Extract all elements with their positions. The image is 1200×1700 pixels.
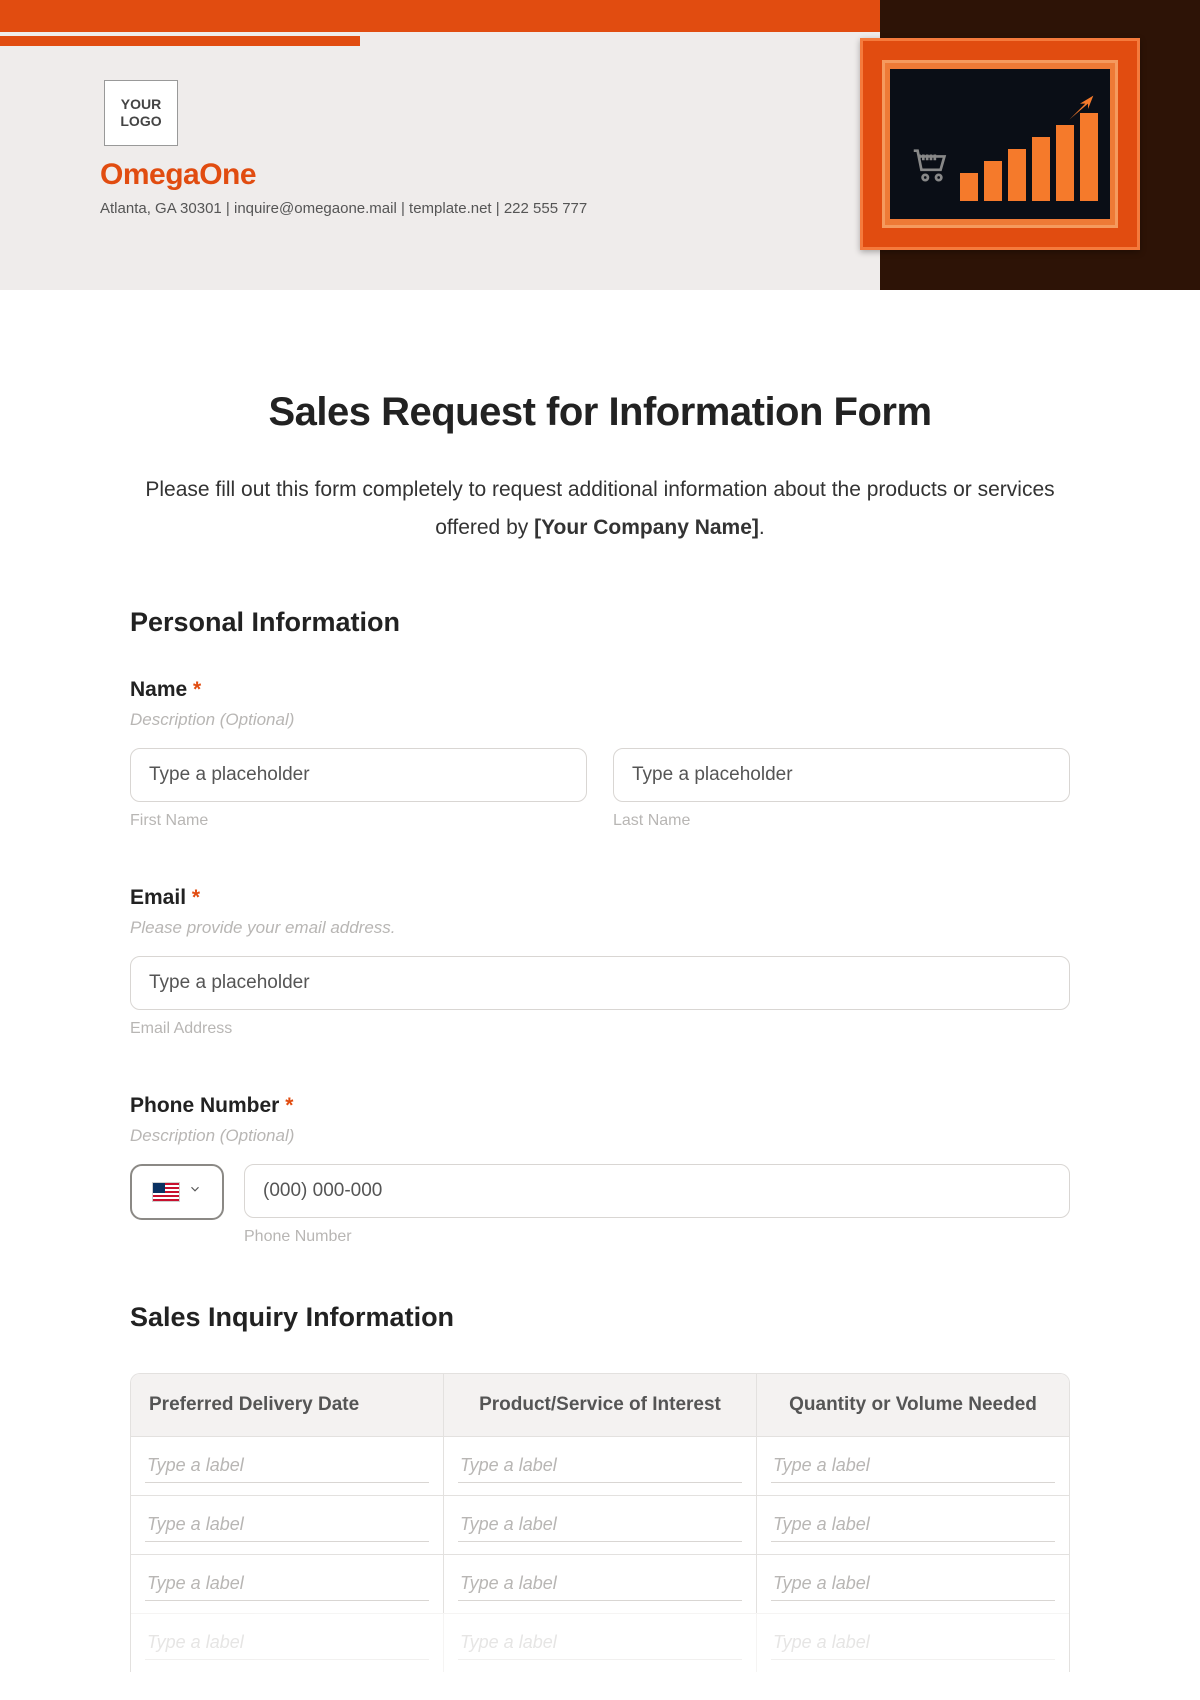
required-marker: * [193, 678, 201, 701]
section-sales-inquiry: Sales Inquiry Information [130, 1302, 1070, 1333]
cell-input[interactable] [771, 1626, 1055, 1660]
email-sublabel: Email Address [130, 1020, 1070, 1038]
email-description: Please provide your email address. [130, 918, 1070, 938]
shopping-cart-icon [908, 143, 954, 179]
cell-input[interactable] [145, 1567, 429, 1601]
th-product-service: Product/Service of Interest [444, 1374, 757, 1436]
cell-input[interactable] [458, 1567, 742, 1601]
hero-image [890, 69, 1110, 219]
cell-input[interactable] [458, 1449, 742, 1483]
company-name: OmegaOne [100, 158, 256, 192]
first-name-sublabel: First Name [130, 812, 587, 830]
required-marker: * [192, 886, 200, 909]
logo-placeholder: YOUR LOGO [104, 80, 178, 146]
field-email: Email * Please provide your email addres… [130, 886, 1070, 1038]
last-name-sublabel: Last Name [613, 812, 1070, 830]
email-input[interactable] [130, 956, 1070, 1010]
chevron-down-icon [188, 1182, 202, 1201]
country-code-select[interactable] [130, 1164, 224, 1220]
header-banner: YOUR LOGO OmegaOne Atlanta, GA 30301 | i… [0, 0, 1200, 290]
page-title: Sales Request for Information Form [130, 390, 1070, 435]
first-name-input[interactable] [130, 748, 587, 802]
cell-input[interactable] [458, 1508, 742, 1542]
cell-input[interactable] [458, 1626, 742, 1660]
phone-description: Description (Optional) [130, 1126, 1070, 1146]
table-row [131, 1436, 1069, 1495]
section-personal-info: Personal Information [130, 607, 1070, 638]
phone-sublabel: Phone Number [244, 1228, 1070, 1246]
company-contact-info: Atlanta, GA 30301 | inquire@omegaone.mai… [100, 200, 587, 217]
last-name-input[interactable] [613, 748, 1070, 802]
phone-label: Phone Number [130, 1094, 279, 1117]
name-description: Description (Optional) [130, 710, 1070, 730]
cell-input[interactable] [771, 1567, 1055, 1601]
cell-input[interactable] [771, 1508, 1055, 1542]
flag-us-icon [152, 1182, 180, 1202]
intro-text-post: . [759, 516, 765, 539]
required-marker: * [285, 1094, 293, 1117]
cell-input[interactable] [145, 1626, 429, 1660]
table-header-row: Preferred Delivery Date Product/Service … [131, 1374, 1069, 1436]
table-row [131, 1495, 1069, 1554]
cell-input[interactable] [145, 1508, 429, 1542]
th-quantity: Quantity or Volume Needed [757, 1374, 1069, 1436]
banner-accent-bar [0, 36, 360, 46]
name-label: Name [130, 678, 187, 701]
inquiry-table: Preferred Delivery Date Product/Service … [130, 1373, 1070, 1672]
field-name: Name * Description (Optional) First Name… [130, 678, 1070, 830]
th-delivery-date: Preferred Delivery Date [131, 1374, 444, 1436]
hero-image-frame [860, 38, 1140, 250]
table-row [131, 1613, 1069, 1672]
arrow-up-icon [1064, 93, 1096, 130]
phone-input[interactable] [244, 1164, 1070, 1218]
intro-company-placeholder: [Your Company Name] [534, 516, 759, 539]
cell-input[interactable] [145, 1449, 429, 1483]
field-phone: Phone Number * Description (Optional) Ph… [130, 1094, 1070, 1246]
page-intro: Please fill out this form completely to … [130, 471, 1070, 547]
cell-input[interactable] [771, 1449, 1055, 1483]
email-label: Email [130, 886, 186, 909]
table-row [131, 1554, 1069, 1613]
